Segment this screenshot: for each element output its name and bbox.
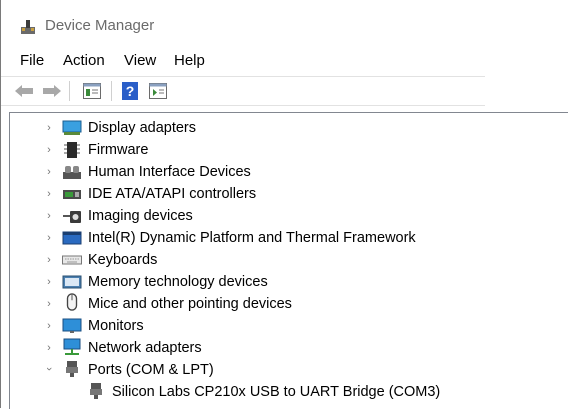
display-adapter-icon xyxy=(62,120,82,135)
memory-icon xyxy=(62,275,82,289)
tree-item-keyboards[interactable]: › Keyboards xyxy=(10,249,568,271)
chevron-right-icon[interactable]: › xyxy=(44,145,54,156)
port-icon xyxy=(66,361,78,377)
tree-item-label: Human Interface Devices xyxy=(88,164,251,180)
chevron-right-icon[interactable]: › xyxy=(44,299,54,310)
port-icon xyxy=(90,383,102,399)
update-driver-button[interactable] xyxy=(147,81,169,101)
tree-item-firmware[interactable]: › Firmware xyxy=(10,139,568,161)
network-adapter-icon xyxy=(63,338,81,355)
tree-item-monitors[interactable]: › Monitors xyxy=(10,315,568,337)
tree-item-silicon-labs-cp210x[interactable]: Silicon Labs CP210x USB to UART Bridge (… xyxy=(10,381,568,403)
forward-arrow-icon xyxy=(43,85,61,97)
chevron-right-icon[interactable]: › xyxy=(44,277,54,288)
tree-item-imaging-devices[interactable]: › Imaging devices xyxy=(10,205,568,227)
properties-icon xyxy=(83,83,101,99)
menu-action[interactable]: Action xyxy=(63,52,105,69)
chevron-right-icon[interactable]: › xyxy=(44,167,54,178)
chevron-right-icon[interactable]: › xyxy=(44,343,54,354)
device-manager-window: Device Manager File Action View Help ? ›… xyxy=(0,0,568,409)
intel-framework-icon xyxy=(62,231,82,245)
menu-file[interactable]: File xyxy=(20,52,44,69)
menu-help[interactable]: Help xyxy=(174,52,205,69)
tree-item-mice[interactable]: › Mice and other pointing devices xyxy=(10,293,568,315)
tree-item-label: IDE ATA/ATAPI controllers xyxy=(88,186,257,202)
tree-item-memory-technology-devices[interactable]: › Memory technology devices xyxy=(10,271,568,293)
chevron-right-icon[interactable]: › xyxy=(44,211,54,222)
tree-item-label: Firmware xyxy=(88,142,149,158)
toolbar: ? xyxy=(1,76,485,106)
window-title: Device Manager xyxy=(45,17,155,34)
tree-item-label: Intel(R) Dynamic Platform and Thermal Fr… xyxy=(88,230,416,246)
tree-item-label: Memory technology devices xyxy=(88,274,268,290)
firmware-icon xyxy=(64,142,80,158)
back-arrow-icon xyxy=(15,85,33,97)
ide-controller-icon xyxy=(63,190,81,199)
keyboard-icon xyxy=(62,255,82,265)
tree-item-display-adapters[interactable]: › Display adapters xyxy=(10,117,568,139)
tree-item-label: Display adapters xyxy=(88,120,196,136)
device-manager-app-icon xyxy=(21,20,35,34)
tree-item-network-adapters[interactable]: › Network adapters xyxy=(10,337,568,359)
tree-item-label: Keyboards xyxy=(88,252,158,268)
menu-view[interactable]: View xyxy=(124,52,156,69)
chevron-down-icon[interactable]: › xyxy=(43,364,55,374)
help-button[interactable]: ? xyxy=(119,81,141,101)
tree-item-label: Ports (COM & LPT) xyxy=(88,362,214,378)
tree-item-label: Silicon Labs CP210x USB to UART Bridge (… xyxy=(112,384,441,400)
svg-text:?: ? xyxy=(126,83,135,99)
back-button[interactable] xyxy=(13,81,35,101)
menu-bar: File Action View Help xyxy=(1,50,568,74)
mouse-icon xyxy=(66,293,78,311)
device-tree[interactable]: › Display adapters › Firmware › Human In… xyxy=(9,112,568,409)
tree-item-human-interface-devices[interactable]: › Human Interface Devices xyxy=(10,161,568,183)
tree-item-ide-controllers[interactable]: › IDE ATA/ATAPI controllers xyxy=(10,183,568,205)
update-driver-icon xyxy=(149,83,167,99)
tree-item-label: Mice and other pointing devices xyxy=(88,296,292,312)
toolbar-separator xyxy=(69,81,70,101)
chevron-right-icon[interactable]: › xyxy=(44,321,54,332)
hid-icon xyxy=(63,166,81,179)
tree-item-ports[interactable]: › Ports (COM & LPT) xyxy=(10,359,568,381)
title-bar: Device Manager xyxy=(1,0,568,46)
chevron-right-icon[interactable]: › xyxy=(44,123,54,134)
forward-button[interactable] xyxy=(41,81,63,101)
toolbar-separator xyxy=(111,81,112,101)
properties-button[interactable] xyxy=(81,81,103,101)
help-icon: ? xyxy=(122,82,138,100)
tree-item-label: Monitors xyxy=(88,318,144,334)
tree-item-intel-framework[interactable]: › Intel(R) Dynamic Platform and Thermal … xyxy=(10,227,568,249)
chevron-right-icon[interactable]: › xyxy=(44,189,54,200)
monitor-icon xyxy=(62,318,82,333)
tree-item-label: Imaging devices xyxy=(88,208,193,224)
chevron-right-icon[interactable]: › xyxy=(44,255,54,266)
tree-item-label: Network adapters xyxy=(88,340,202,356)
chevron-right-icon[interactable]: › xyxy=(44,233,54,244)
camera-icon xyxy=(63,211,81,223)
